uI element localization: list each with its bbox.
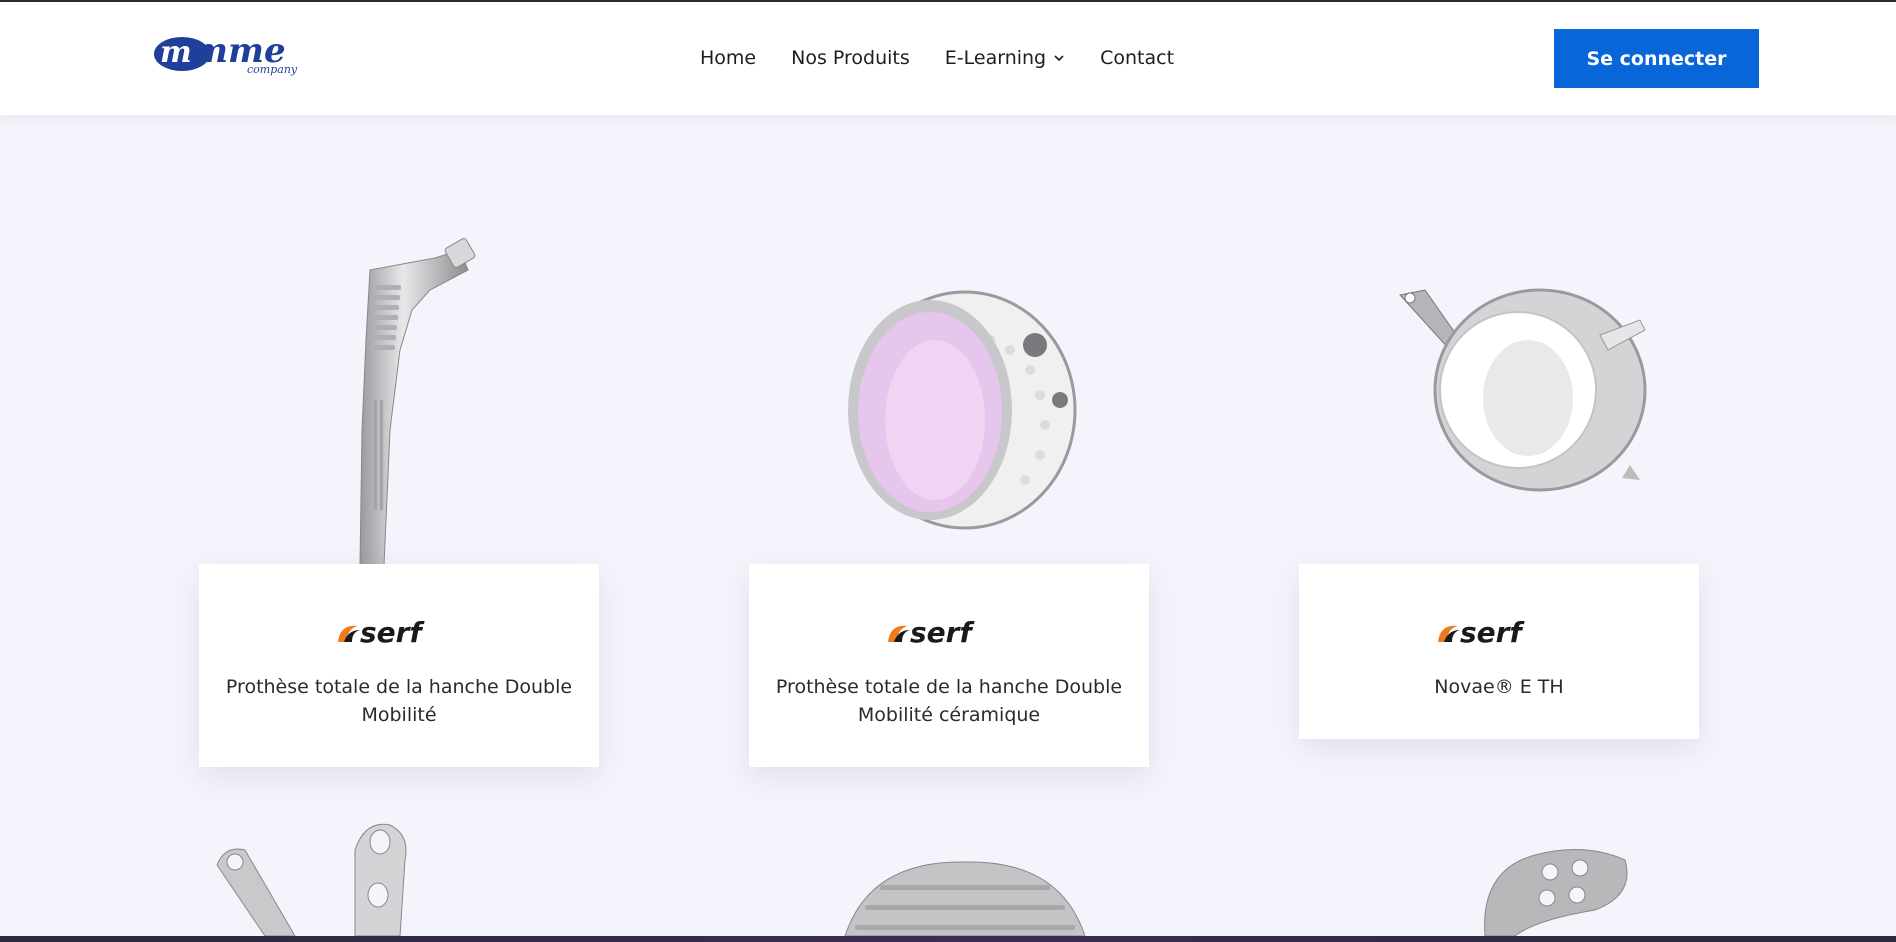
product-card[interactable]: serf Prothèse totale de la hanche Double… bbox=[749, 564, 1149, 767]
nav-products[interactable]: Nos Produits bbox=[791, 47, 910, 69]
perforated-plate-image[interactable] bbox=[1475, 840, 1635, 936]
nav-home[interactable]: Home bbox=[700, 47, 756, 69]
logo-subtext: company bbox=[247, 63, 298, 76]
svg-text:serf: serf bbox=[910, 618, 975, 646]
novae-cup-image[interactable] bbox=[1390, 280, 1650, 495]
serf-brand-logo: serf bbox=[888, 618, 975, 646]
logo-wordmark-a: m bbox=[160, 35, 192, 70]
product-title: Prothèse totale de la hanche Double Mobi… bbox=[225, 676, 573, 726]
product-card[interactable]: serf Prothèse totale de la hanche Double… bbox=[199, 564, 599, 767]
product-title: Prothèse totale de la hanche Double Mobi… bbox=[775, 676, 1123, 726]
ceramic-cup-image[interactable] bbox=[830, 290, 1080, 535]
product-card[interactable]: serf Novae® E TH bbox=[1299, 564, 1699, 739]
company-logo[interactable]: m mme company bbox=[152, 26, 322, 82]
nav-home-label: Home bbox=[700, 47, 757, 69]
nav-contact[interactable]: Contact bbox=[1100, 47, 1174, 69]
nav-contact-label: Contact bbox=[1100, 47, 1175, 69]
svg-text:serf: serf bbox=[360, 618, 425, 646]
site-header: m mme company Home Nos Produits E-Learni… bbox=[0, 2, 1896, 115]
textured-cup-image[interactable] bbox=[840, 860, 1090, 936]
nav-products-label: Nos Produits bbox=[791, 47, 910, 69]
hip-stem-image[interactable] bbox=[340, 230, 490, 565]
product-title: Novae® E TH bbox=[1434, 676, 1564, 698]
plate-implant-image[interactable] bbox=[215, 820, 435, 936]
nav-elearning-label: E-Learning bbox=[944, 47, 1047, 69]
chevron-down-icon bbox=[1054, 55, 1064, 62]
svg-text:serf: serf bbox=[1460, 618, 1525, 646]
serf-brand-logo: serf bbox=[338, 618, 425, 646]
bottom-bar bbox=[0, 936, 1896, 942]
nav-elearning[interactable]: E-Learning bbox=[945, 47, 1065, 69]
login-button[interactable]: Se connecter bbox=[1554, 29, 1759, 88]
serf-brand-logo: serf bbox=[1438, 618, 1525, 646]
main-nav: Home Nos Produits E-Learning Contact bbox=[700, 47, 1209, 69]
